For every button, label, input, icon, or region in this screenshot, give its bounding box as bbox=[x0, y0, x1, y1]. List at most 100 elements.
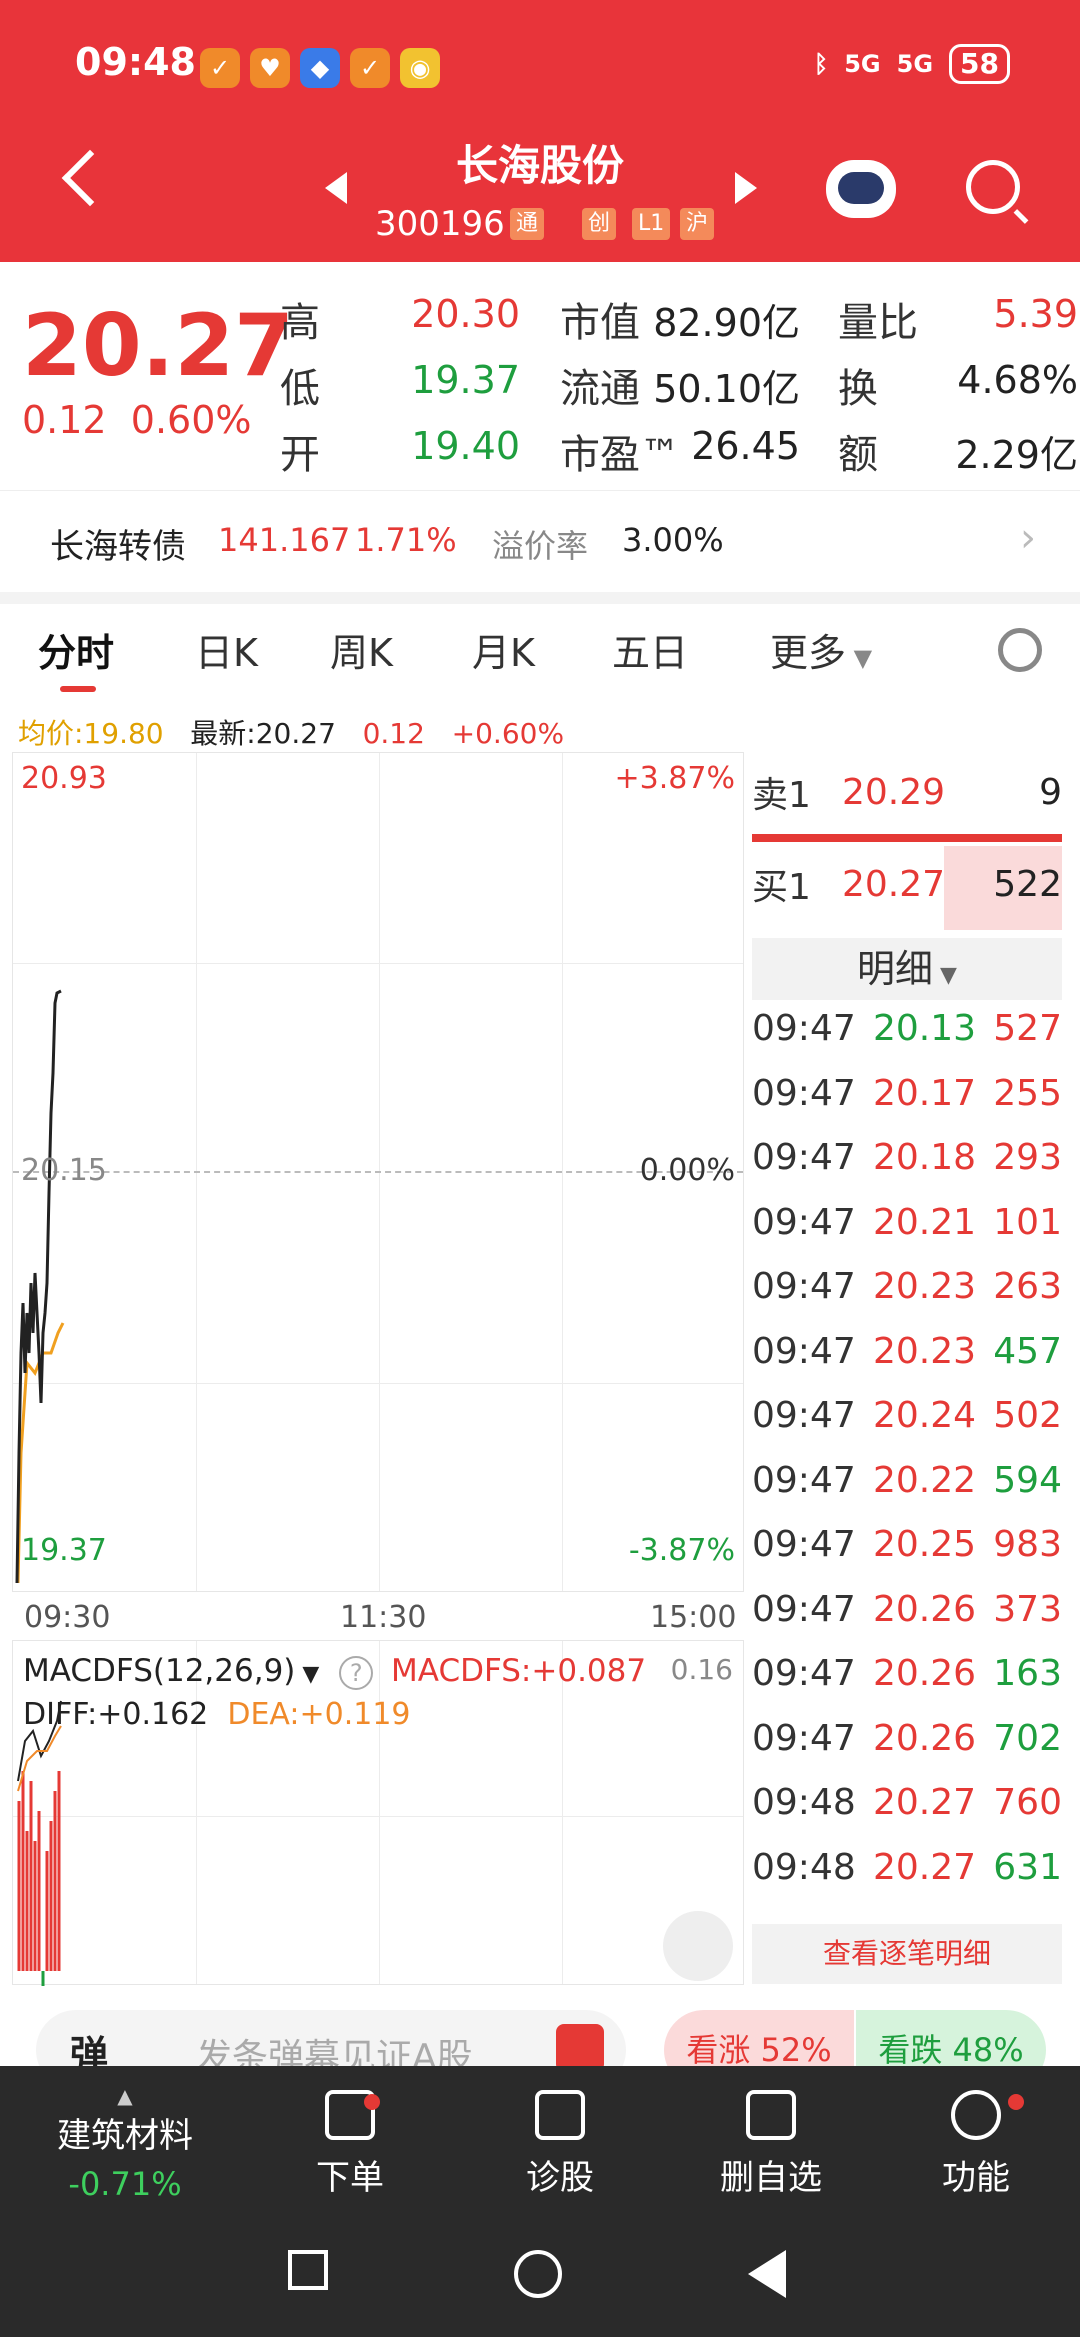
quote-label: 高 bbox=[280, 300, 320, 346]
premium-value: 3.00% bbox=[622, 521, 724, 559]
price-max: 20.93 bbox=[21, 761, 107, 796]
tick-volume: 293 bbox=[993, 1137, 1062, 1178]
tick-time: 09:47 bbox=[752, 1072, 856, 1114]
tick-row: 09:47 20.25 983 bbox=[752, 1524, 1062, 1565]
tick-price: 20.24 bbox=[872, 1395, 977, 1436]
quote-value: 50.10亿 bbox=[653, 367, 800, 411]
tick-row: 09:47 20.23 457 bbox=[752, 1331, 1062, 1372]
app-notification-icon: ✓ bbox=[350, 48, 390, 88]
view-all-ticks-button[interactable]: 查看逐笔明细 bbox=[752, 1924, 1062, 1984]
tag-badge: 通 bbox=[510, 208, 545, 240]
divider bbox=[0, 592, 1080, 604]
diagnose-button[interactable]: 诊股 bbox=[500, 2090, 620, 2199]
price-change: 0.12 0.60% bbox=[22, 398, 252, 442]
stock-name: 长海股份 bbox=[455, 141, 624, 190]
order-button[interactable]: 下单 bbox=[290, 2090, 410, 2199]
chevron-right-icon: › bbox=[1020, 515, 1036, 561]
price-line bbox=[15, 989, 62, 1584]
intraday-info: 均价:19.80 最新:20.27 0.12 +0.60% bbox=[18, 717, 565, 750]
tick-volume: 594 bbox=[993, 1459, 1062, 1501]
tick-volume: 255 bbox=[993, 1072, 1062, 1114]
notification-dot bbox=[364, 2094, 380, 2110]
tick-row: 09:48 20.27 631 bbox=[752, 1847, 1062, 1888]
tag-badge: 沪 bbox=[680, 208, 715, 240]
tick-row: 09:47 20.24 502 bbox=[752, 1395, 1062, 1436]
tab-more[interactable]: 更多 ▼ bbox=[770, 622, 872, 677]
tick-price: 20.23 bbox=[872, 1330, 977, 1372]
tick-price: 20.18 bbox=[872, 1137, 977, 1178]
back-nav-icon[interactable] bbox=[748, 2250, 786, 2298]
tab-daily-k[interactable]: 日K bbox=[195, 622, 258, 677]
quote-label: 低 bbox=[280, 366, 320, 412]
tick-time: 09:47 bbox=[752, 1524, 856, 1565]
tick-volume: 983 bbox=[993, 1524, 1062, 1565]
tick-time: 09:48 bbox=[752, 1782, 856, 1823]
convertible-bond-row[interactable]: 长海转债 141.167 1.71% 溢价率 3.00% › bbox=[0, 490, 1080, 590]
tick-time: 09:48 bbox=[752, 1846, 856, 1888]
gift-icon[interactable] bbox=[556, 2024, 604, 2072]
quote-value: 5.39 bbox=[993, 292, 1078, 336]
quote-value: 26.45 bbox=[691, 424, 800, 468]
tick-volume: 457 bbox=[993, 1330, 1062, 1372]
tick-volume: 527 bbox=[993, 1008, 1062, 1049]
search-icon[interactable] bbox=[966, 160, 1020, 214]
tick-volume: 631 bbox=[993, 1846, 1062, 1888]
bond-pct: 1.71% bbox=[355, 521, 457, 559]
tick-time: 09:47 bbox=[752, 1588, 856, 1630]
macd-panel[interactable]: MACDFS(12,26,9) ▼ ? MACDFS:+0.087 0.16 D… bbox=[12, 1640, 744, 1986]
intraday-chart[interactable]: 20.93 +3.87% 20.15 0.00% 19.37 -3.87% bbox=[12, 752, 744, 1592]
detail-header[interactable]: 明细 ▼ bbox=[752, 938, 1062, 1000]
menu-icon bbox=[951, 2090, 1001, 2140]
quote-label: 流通 bbox=[560, 366, 640, 412]
quote-label: 市值 bbox=[560, 300, 640, 346]
status-icons: ᛒ 5G 5G 58 bbox=[814, 44, 1010, 84]
price-min: 19.37 bbox=[21, 1533, 107, 1568]
buy-1-row: 买1 20.27 522 bbox=[752, 863, 1062, 909]
tab-weekly-k[interactable]: 周K bbox=[330, 622, 393, 677]
macd-histogram bbox=[17, 1700, 62, 1986]
tick-row: 09:47 20.13 527 bbox=[752, 1008, 1062, 1049]
tick-row: 09:47 20.23 263 bbox=[752, 1266, 1062, 1307]
quote-label: 换 bbox=[838, 366, 878, 412]
tab-intraday[interactable]: 分时 bbox=[38, 622, 114, 677]
expand-icon[interactable] bbox=[663, 1911, 733, 1981]
robot-assistant-icon[interactable] bbox=[826, 160, 896, 218]
quote-value: 20.30 bbox=[411, 292, 520, 336]
diagnose-icon bbox=[535, 2090, 585, 2140]
tick-row: 09:47 20.26 702 bbox=[752, 1718, 1062, 1759]
tick-price: 20.23 bbox=[872, 1266, 977, 1307]
quote-label: 额 bbox=[838, 432, 878, 478]
recent-apps-icon[interactable] bbox=[288, 2250, 328, 2290]
quote-value: 4.68% bbox=[957, 358, 1078, 402]
tick-price: 20.26 bbox=[872, 1717, 977, 1759]
tick-row: 09:47 20.18 293 bbox=[752, 1137, 1062, 1178]
tick-row: 09:47 20.26 163 bbox=[752, 1653, 1062, 1694]
tick-price: 20.22 bbox=[872, 1459, 977, 1501]
current-price: 20.27 bbox=[22, 296, 295, 396]
tick-volume: 502 bbox=[993, 1395, 1062, 1436]
tab-monthly-k[interactable]: 月K bbox=[472, 622, 535, 677]
tick-time: 09:47 bbox=[752, 1717, 856, 1759]
sector-button[interactable]: ▲ 建筑材料 -0.71% bbox=[30, 2084, 220, 2203]
tick-row: 09:48 20.27 760 bbox=[752, 1782, 1062, 1823]
tick-price: 20.17 bbox=[872, 1072, 977, 1114]
tab-five-day[interactable]: 五日 bbox=[612, 622, 688, 677]
settings-icon[interactable] bbox=[998, 628, 1042, 672]
tick-row: 09:47 20.21 101 bbox=[752, 1202, 1062, 1243]
quote-label: 开 bbox=[280, 432, 320, 478]
price-mid: 20.15 bbox=[21, 1153, 107, 1188]
tick-price: 20.13 bbox=[872, 1008, 977, 1049]
app-notification-icon: ✓ bbox=[200, 48, 240, 88]
tick-time: 09:47 bbox=[752, 1459, 856, 1501]
quote-label: 市盈™ bbox=[560, 432, 680, 478]
tick-volume: 373 bbox=[993, 1588, 1062, 1630]
time-label-noon: 11:30 bbox=[340, 1600, 427, 1635]
bond-price: 141.167 bbox=[218, 521, 351, 559]
remove-watchlist-button[interactable]: 删自选 bbox=[706, 2090, 836, 2199]
signal-icon: 5G bbox=[896, 50, 934, 78]
battery-icon: 58 bbox=[949, 44, 1010, 84]
remove-icon bbox=[746, 2090, 796, 2140]
home-icon[interactable] bbox=[514, 2250, 562, 2298]
chevron-down-icon: ▼ bbox=[933, 963, 957, 988]
tick-time: 09:47 bbox=[752, 1008, 856, 1049]
